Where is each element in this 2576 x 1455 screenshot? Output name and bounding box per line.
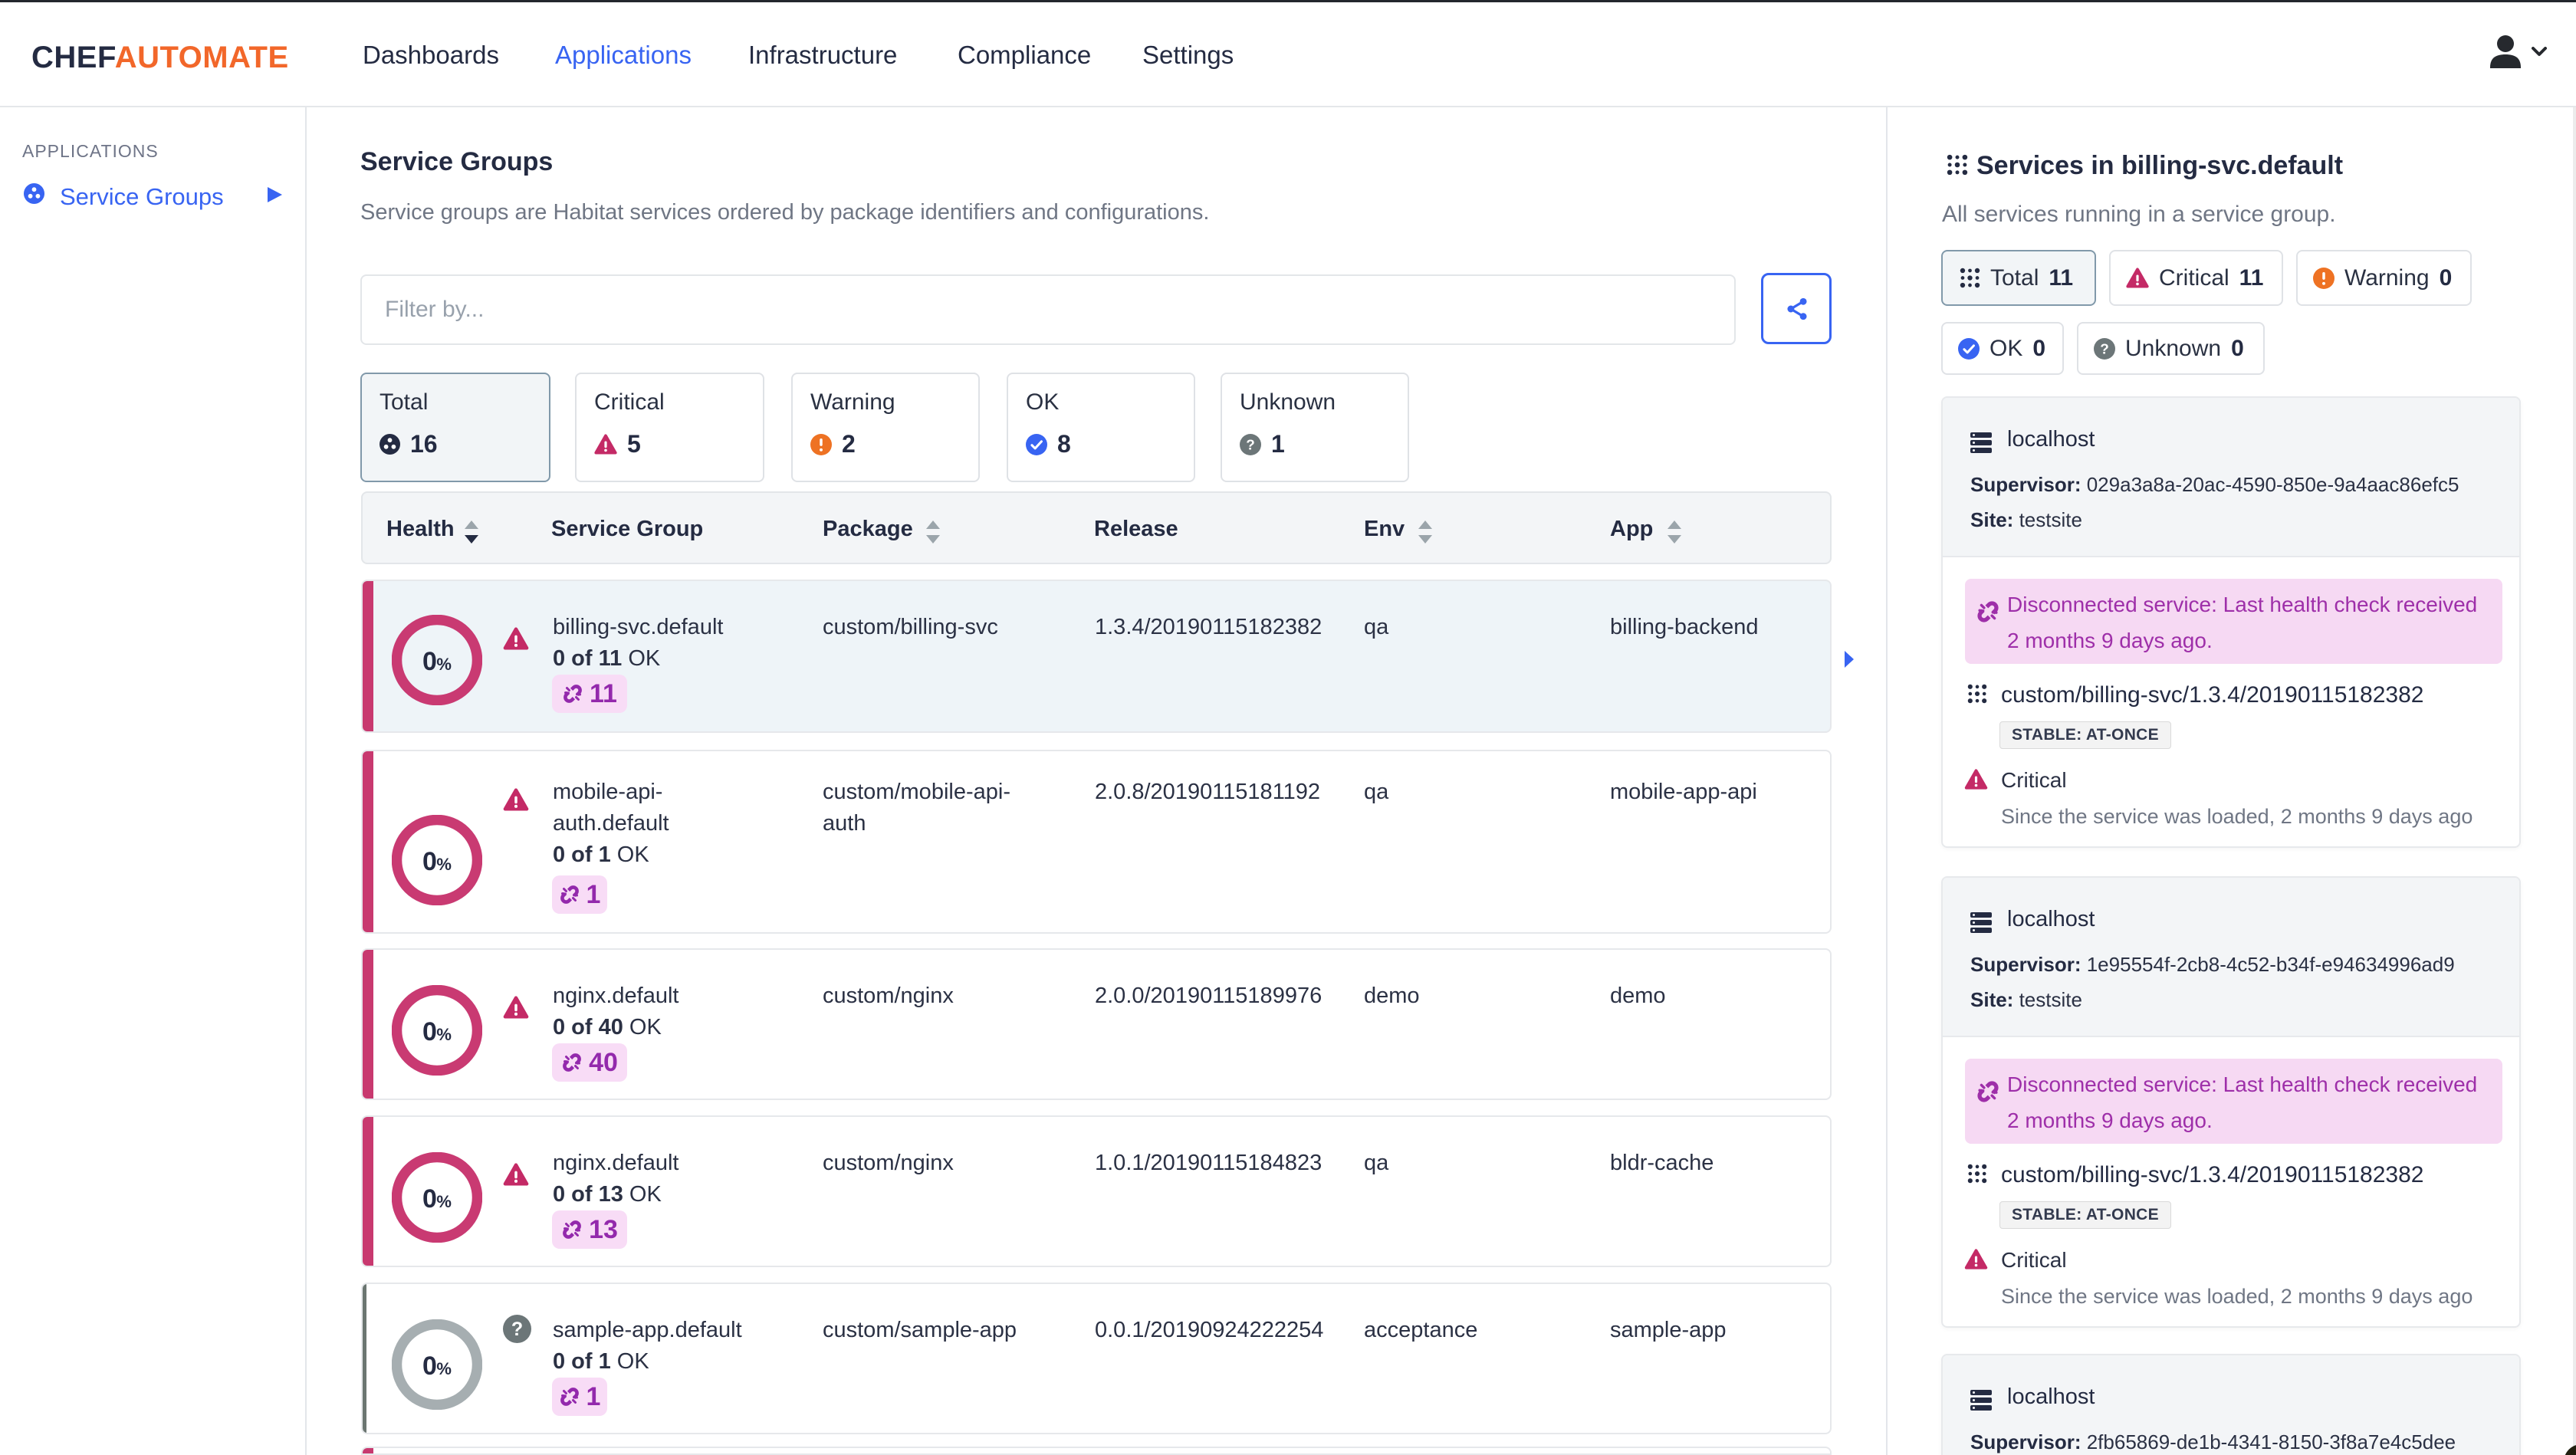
svg-text:?: ? [2100, 341, 2109, 357]
svg-text:?: ? [1246, 437, 1255, 453]
svg-text:?: ? [511, 1319, 523, 1340]
